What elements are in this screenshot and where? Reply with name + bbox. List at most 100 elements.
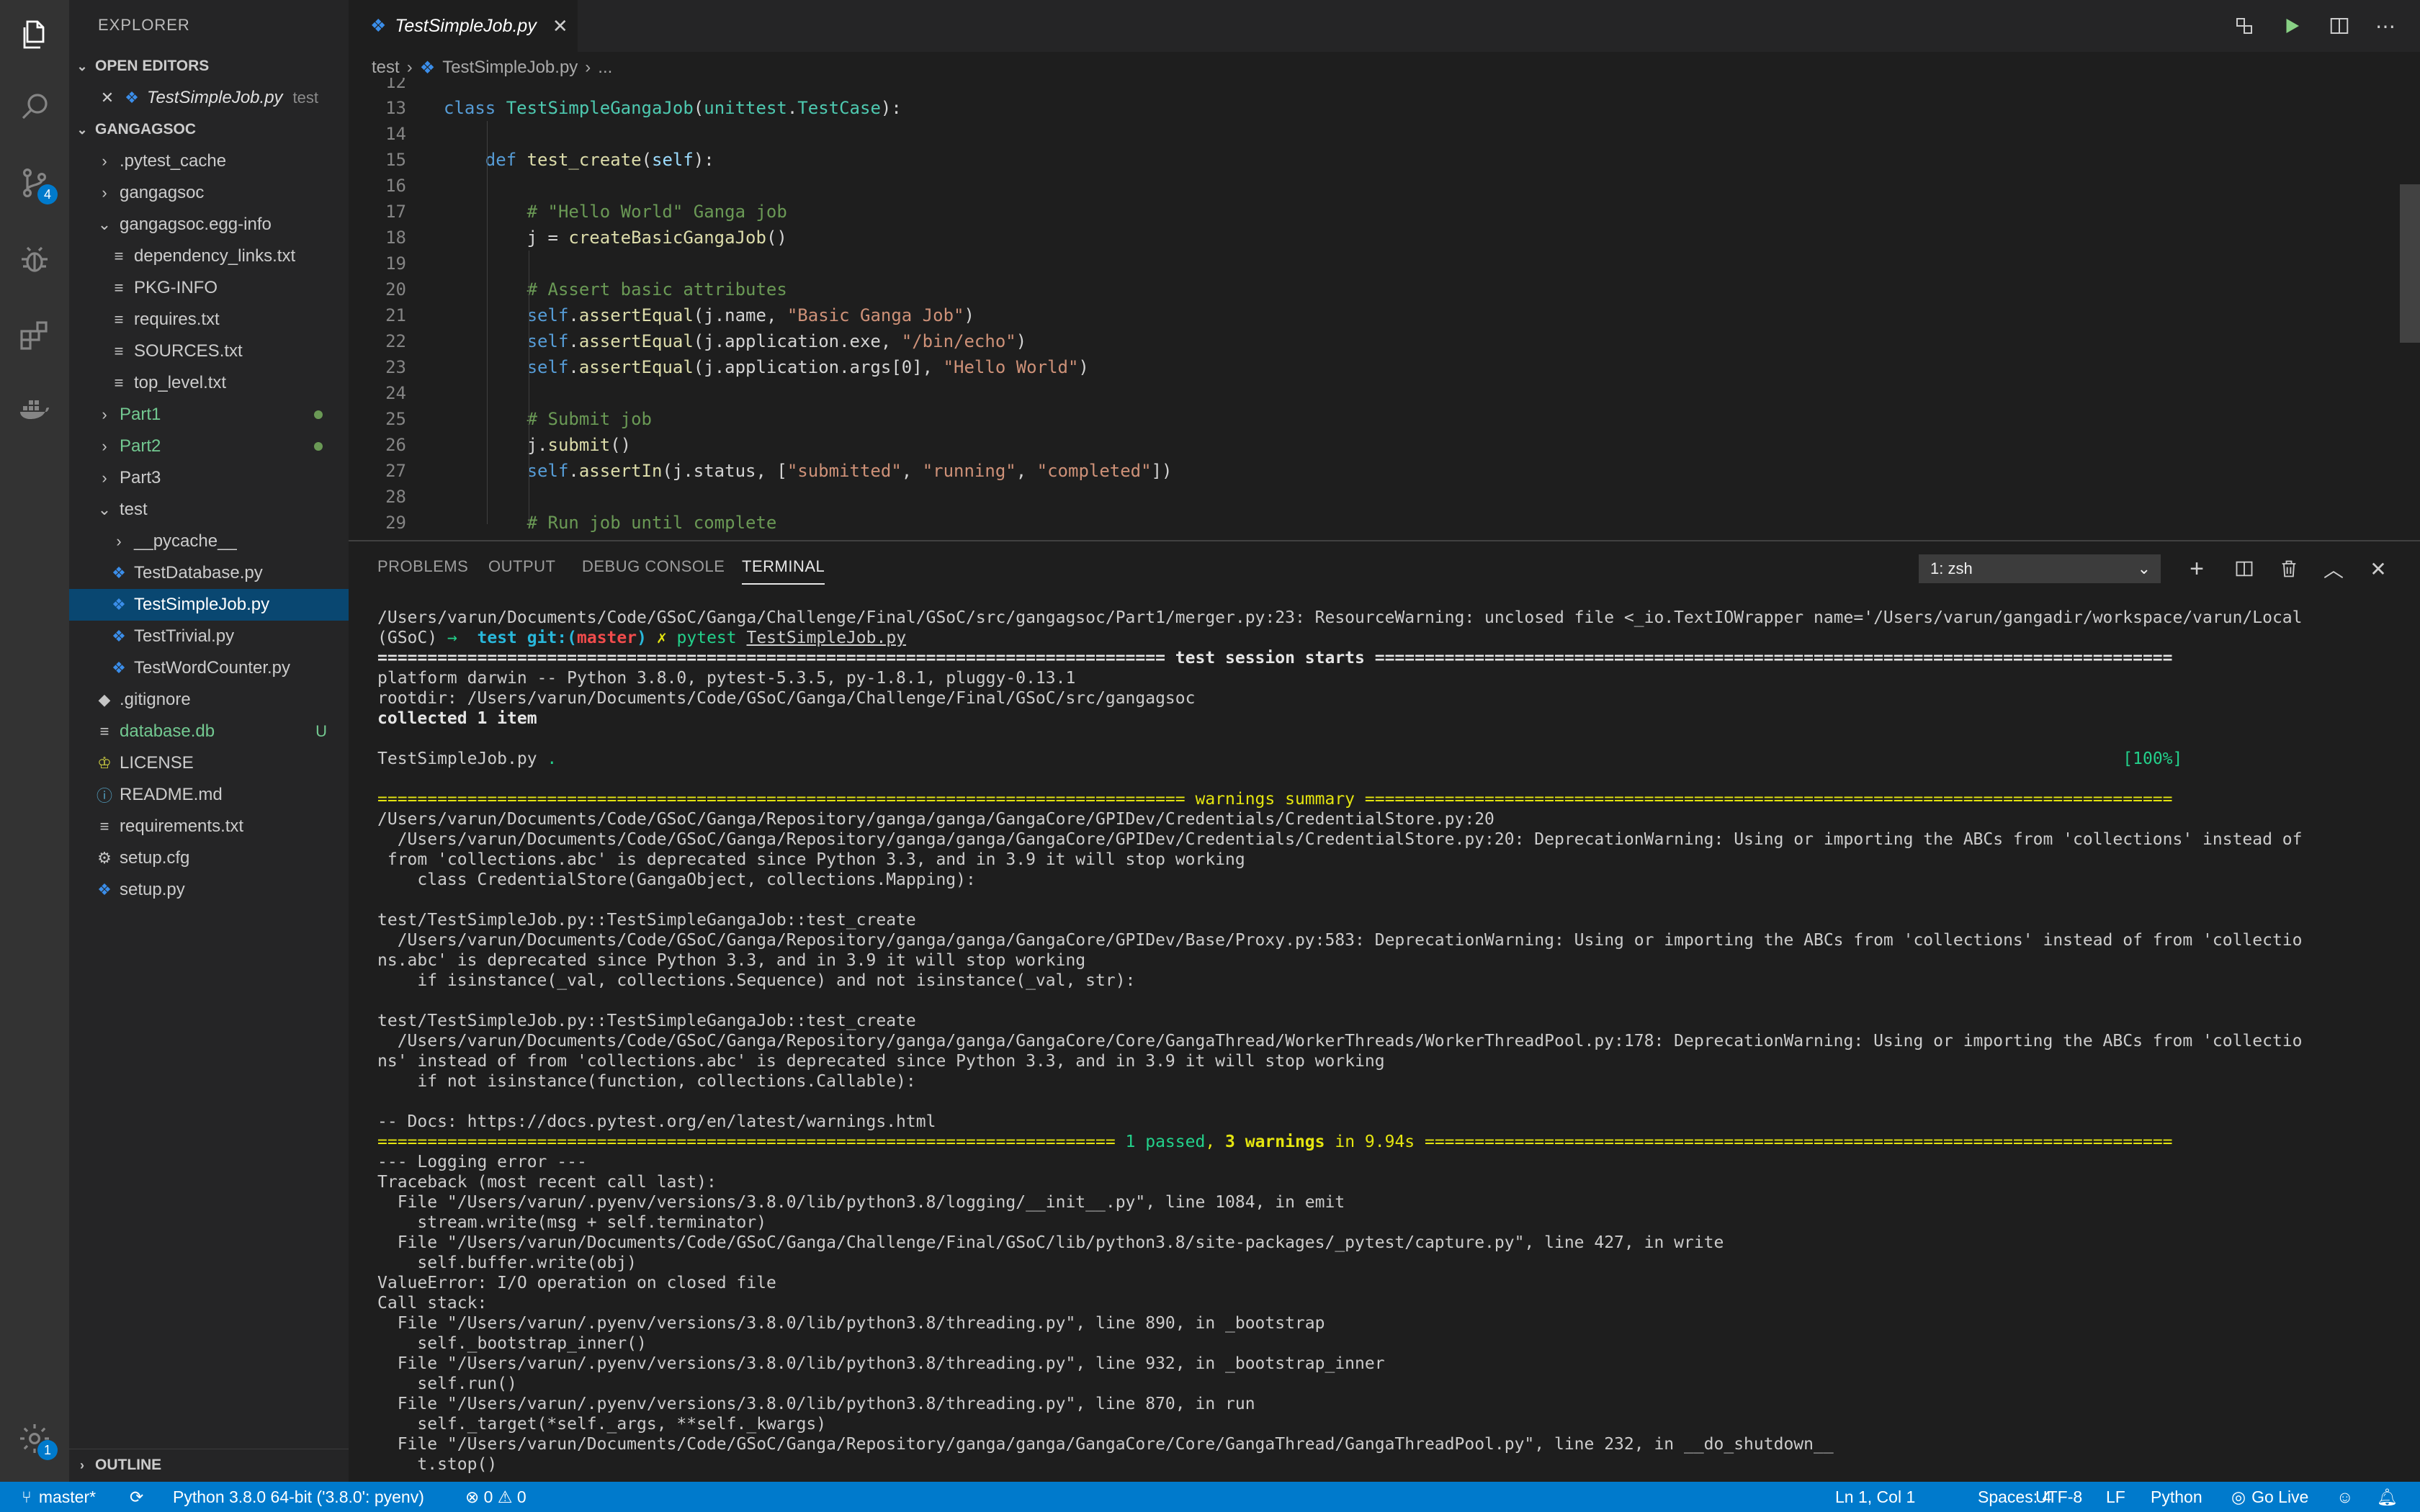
tree-item[interactable]: ⌄ gangagsoc.egg-info (69, 209, 349, 240)
project-header[interactable]: ⌄ GANGAGSOC (69, 114, 349, 145)
scm-badge: 4 (37, 184, 58, 204)
tree-item[interactable]: ≡ database.db U (69, 716, 349, 747)
tree-item[interactable]: › gangagsoc (69, 177, 349, 209)
panel-tab-terminal[interactable]: TERMINAL (742, 557, 825, 585)
tree-item[interactable]: › Part3 (69, 462, 349, 494)
split-editor-icon[interactable] (2326, 13, 2352, 39)
tree-item-label: TestDatabase.py (134, 563, 263, 582)
tree-item[interactable]: › Part1 (69, 399, 349, 431)
run-icon[interactable] (2279, 13, 2305, 39)
text-file-icon: ≡ (114, 279, 124, 297)
code-text: def test_create(self): (485, 150, 714, 170)
tree-item[interactable]: ≡ dependency_links.txt (69, 240, 349, 272)
settings-gear-icon[interactable]: 1 (0, 1404, 69, 1473)
terminal-line: File "/Users/varun/.pyenv/versions/3.8.0… (377, 1395, 1255, 1413)
tree-item[interactable]: › __pycache__ (69, 526, 349, 557)
terminal-line: self.run() (377, 1374, 517, 1393)
tree-item[interactable]: ⌄ test (69, 494, 349, 526)
editor-scrollbar[interactable] (2400, 184, 2420, 343)
encoding[interactable]: UTF-8 (2035, 1482, 2082, 1512)
language-mode[interactable]: Python (2151, 1482, 2202, 1512)
more-actions-icon[interactable]: ⋯ (2372, 13, 2398, 39)
go-live-button[interactable]: ◎ Go Live (2231, 1482, 2308, 1512)
outline-header[interactable]: › OUTLINE (69, 1449, 349, 1481)
code-line: 28 (349, 484, 2365, 510)
tree-item[interactable]: ❖ TestSimpleJob.py (69, 589, 349, 621)
tree-item[interactable]: ≡ PKG-INFO (69, 272, 349, 304)
tree-item[interactable]: ⚙ setup.cfg (69, 842, 349, 874)
cursor-position[interactable]: Ln 1, Col 1 (1835, 1482, 1915, 1512)
search-icon[interactable] (0, 72, 69, 141)
line-number: 23 (385, 357, 406, 377)
python-file-icon: ❖ (112, 659, 126, 677)
tree-item[interactable]: ≡ requires.txt (69, 304, 349, 336)
code-line: 13 class TestSimpleGangaJob(unittest.Test… (349, 95, 2365, 121)
terminal-line: Traceback (most recent call last): (377, 1173, 717, 1192)
chevron-right-icon: › (102, 405, 107, 423)
terminal-output[interactable]: /Users/varun/Documents/Code/GSoC/Ganga/C… (377, 608, 2394, 1479)
trash-icon[interactable] (2276, 556, 2302, 582)
line-ending[interactable]: LF (2106, 1482, 2125, 1512)
error-icon: ⊗ (465, 1487, 480, 1506)
breadcrumb-folder[interactable]: test (372, 58, 400, 78)
source-control-icon[interactable]: 4 (0, 148, 69, 217)
tree-item[interactable]: ⓘ README.md (69, 779, 349, 811)
tree-item[interactable]: ♔ LICENSE (69, 747, 349, 779)
tree-item[interactable]: › .pytest_cache (69, 145, 349, 177)
panel-tab-output[interactable]: OUTPUT (488, 557, 555, 576)
tree-item-label: setup.cfg (120, 848, 190, 868)
tree-item-label: TestTrivial.py (134, 626, 235, 646)
code-line: 22 self.assertEqual(j.application.exe, "… (349, 328, 2365, 354)
new-terminal-icon[interactable]: + (2184, 555, 2210, 582)
extensions-icon[interactable] (0, 301, 69, 370)
close-panel-icon[interactable]: ✕ (2365, 556, 2391, 582)
chevron-down-icon: ⌄ (76, 58, 88, 73)
line-number: 26 (385, 435, 406, 455)
line-number: 22 (385, 331, 406, 351)
tree-item[interactable]: ≡ top_level.txt (69, 367, 349, 399)
open-editor-item[interactable]: ✕ ❖ TestSimpleJob.py test (69, 82, 349, 114)
line-number: 14 (385, 124, 406, 144)
tree-item[interactable]: › Part2 (69, 431, 349, 462)
terminal-line: test/TestSimpleJob.py::TestSimpleGangaJo… (377, 1012, 916, 1030)
maximize-panel-icon[interactable]: ︿ (2321, 556, 2347, 582)
tree-item[interactable]: ❖ TestWordCounter.py (69, 652, 349, 684)
breadcrumb-file[interactable]: TestSimpleJob.py (442, 58, 578, 78)
close-icon[interactable]: ✕ (98, 89, 117, 107)
explorer-icon[interactable] (0, 0, 69, 69)
code-editor[interactable]: 12 13 class TestSimpleGangaJob(unittest.Te… (349, 78, 2420, 539)
close-icon[interactable]: ✕ (552, 15, 568, 37)
branch-indicator[interactable]: ⑂ master* (22, 1482, 96, 1512)
tree-item[interactable]: ◆ .gitignore (69, 684, 349, 716)
tree-item[interactable]: ❖ TestDatabase.py (69, 557, 349, 589)
tree-item-label: gangagsoc (120, 183, 205, 202)
line-number: 28 (385, 487, 406, 507)
debug-icon[interactable] (0, 225, 69, 294)
open-editors-header[interactable]: ⌄ OPEN EDITORS (69, 50, 349, 82)
sync-icon[interactable]: ⟳ (130, 1482, 143, 1512)
problems-indicator[interactable]: ⊗ 0 ⚠ 0 (465, 1482, 526, 1512)
code-line: 20 # Assert basic attributes (349, 276, 2365, 302)
python-file-icon: ❖ (112, 564, 126, 582)
panel-tab-problems[interactable]: PROBLEMS (377, 557, 468, 576)
compare-changes-icon[interactable] (2231, 13, 2257, 39)
split-terminal-icon[interactable] (2231, 556, 2257, 582)
python-file-icon: ❖ (97, 881, 112, 899)
feedback-icon[interactable]: ☺ (2336, 1482, 2353, 1512)
tree-item[interactable]: ≡ SOURCES.txt (69, 336, 349, 367)
line-number: 20 (385, 279, 406, 300)
python-interpreter[interactable]: Python 3.8.0 64-bit ('3.8.0': pyenv) (173, 1482, 424, 1512)
panel-tab-debug-console[interactable]: DEBUG CONSOLE (582, 557, 725, 576)
tree-item[interactable]: ❖ TestTrivial.py (69, 621, 349, 652)
tree-item-label: requires.txt (134, 310, 220, 329)
docker-icon[interactable] (0, 374, 69, 444)
tree-item[interactable]: ≡ requirements.txt (69, 811, 349, 842)
tree-item[interactable]: ❖ setup.py (69, 874, 349, 906)
terminal-line: ValueError: I/O operation on closed file (377, 1274, 776, 1292)
terminal-select[interactable]: 1: zsh ⌄ (1919, 554, 2161, 583)
notifications-bell-icon[interactable]: 🔔︎ (2377, 1482, 2398, 1512)
git-file-icon: ◆ (98, 690, 111, 708)
tab-testsimplejob[interactable]: ❖ TestSimpleJob.py ✕ (349, 0, 578, 52)
terminal-line: /Users/varun/Documents/Code/GSoC/Ganga/R… (377, 810, 1494, 829)
breadcrumb-symbol[interactable]: ... (598, 58, 612, 78)
